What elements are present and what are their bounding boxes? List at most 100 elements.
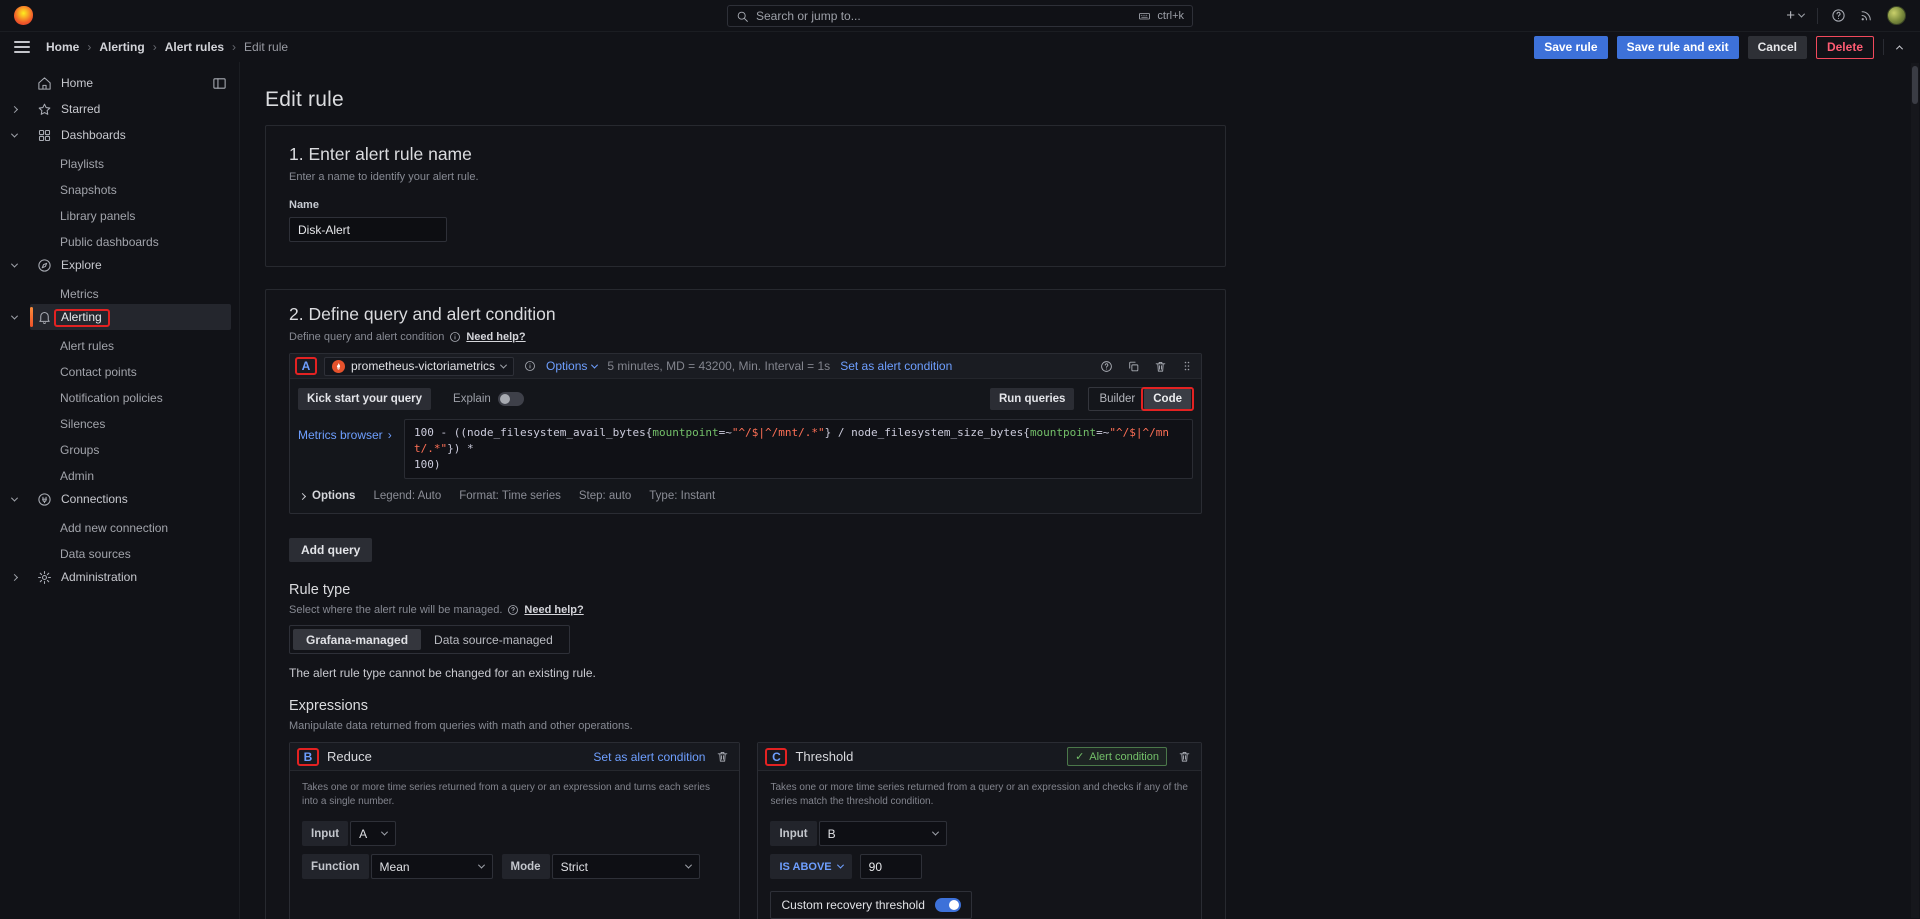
step-summary: Step: auto	[579, 490, 631, 502]
user-avatar[interactable]	[1887, 6, 1906, 25]
need-help-link[interactable]: Need help?	[466, 331, 525, 343]
delete-button[interactable]: Delete	[1816, 36, 1874, 59]
set-as-alert-condition-link[interactable]: Set as alert condition	[840, 359, 952, 373]
sidebar-item-contact-points[interactable]: Contact points	[0, 356, 239, 382]
main-content: Edit rule 1. Enter alert rule name Enter…	[240, 62, 1920, 919]
breadcrumb-bar: Home › Alerting › Alert rules › Edit rul…	[0, 32, 1920, 62]
alert-condition-badge: ✓Alert condition	[1067, 747, 1167, 766]
sidebar-item-playlists[interactable]: Playlists	[0, 148, 239, 174]
custom-recovery-threshold-label: Custom recovery threshold	[781, 898, 924, 912]
custom-recovery-threshold-field: Custom recovery threshold	[770, 891, 971, 919]
reduce-mode-select[interactable]: Strict	[552, 854, 700, 879]
reduce-ref-id-badge[interactable]: B	[300, 750, 316, 764]
search-icon	[736, 10, 749, 23]
reduce-title: Reduce	[327, 749, 372, 764]
search-bar[interactable]: ctrl+k	[727, 5, 1193, 27]
bell-icon	[37, 310, 53, 325]
grafana-managed-option[interactable]: Grafana-managed	[293, 629, 421, 650]
menu-toggle-icon[interactable]	[14, 41, 30, 53]
explain-toggle[interactable]	[498, 392, 524, 406]
sidebar-item-data-sources[interactable]: Data sources	[0, 538, 239, 564]
chevron-down-icon	[11, 494, 18, 501]
threshold-operator-select[interactable]: IS ABOVE	[770, 854, 851, 879]
reduce-function-label: Function	[302, 854, 369, 879]
sidebar-item-home[interactable]: Home	[0, 70, 239, 96]
query-options-summary: 5 minutes, MD = 43200, Min. Interval = 1…	[607, 359, 830, 373]
grafana-app: ctrl+k + Home › Alerting › Alert rules ›…	[0, 0, 1920, 919]
keyboard-shortcut: ctrl+k	[1137, 10, 1184, 22]
sidebar-item-alert-rules[interactable]: Alert rules	[0, 330, 239, 356]
query-help-icon[interactable]	[1100, 360, 1113, 373]
datasource-managed-option[interactable]: Data source-managed	[421, 629, 566, 650]
threshold-ref-id-badge[interactable]: C	[768, 750, 784, 764]
scrollbar-thumb[interactable]	[1912, 66, 1918, 104]
delete-expression-icon[interactable]	[716, 750, 729, 763]
delete-query-icon[interactable]	[1154, 360, 1167, 373]
builder-mode-option[interactable]: Builder	[1090, 389, 1144, 409]
add-menu-button[interactable]: +	[1786, 7, 1804, 24]
rule-type-description: Select where the alert rule will be mana…	[289, 604, 502, 616]
kick-start-query-button[interactable]: Kick start your query	[298, 388, 431, 410]
sidebar-item-starred[interactable]: Starred	[0, 96, 239, 122]
grafana-logo[interactable]	[14, 6, 33, 25]
delete-expression-icon[interactable]	[1178, 750, 1191, 763]
sidebar-item-silences[interactable]: Silences	[0, 408, 239, 434]
query-editor-panel: A prometheus-victoriametrics Options 5 m…	[289, 353, 1202, 514]
add-query-button[interactable]: Add query	[289, 538, 372, 562]
sidebar-item-library-panels[interactable]: Library panels	[0, 200, 239, 226]
sidebar-item-alerting[interactable]: Alerting	[0, 304, 239, 330]
collapse-toolbar-button[interactable]	[1893, 41, 1906, 54]
sidebar-item-dashboards[interactable]: Dashboards	[0, 122, 239, 148]
datasource-picker[interactable]: prometheus-victoriametrics	[324, 357, 514, 376]
help-icon[interactable]	[1831, 8, 1846, 23]
rule-name-input[interactable]	[289, 217, 447, 242]
sidebar-item-administration[interactable]: Administration	[0, 564, 239, 590]
reduce-set-alert-condition-link[interactable]: Set as alert condition	[593, 750, 705, 764]
step1-heading: 1. Enter alert rule name	[289, 144, 1202, 165]
sidebar-item-groups[interactable]: Groups	[0, 434, 239, 460]
duplicate-query-icon[interactable]	[1127, 360, 1140, 373]
sidebar-item-metrics[interactable]: Metrics	[0, 278, 239, 304]
breadcrumb-home[interactable]: Home	[46, 40, 79, 54]
rule-type-need-help-link[interactable]: Need help?	[524, 604, 583, 616]
reduce-function-select[interactable]: Mean	[371, 854, 493, 879]
sidebar-item-admin[interactable]: Admin	[0, 460, 239, 486]
home-icon	[37, 76, 53, 91]
chevron-right-icon	[11, 105, 18, 112]
sidebar-item-public-dashboards[interactable]: Public dashboards	[0, 226, 239, 252]
scrollbar-track[interactable]	[1911, 63, 1919, 918]
breadcrumb-alert-rules[interactable]: Alert rules	[165, 40, 224, 54]
legend-summary: Legend: Auto	[373, 490, 441, 502]
save-rule-button[interactable]: Save rule	[1534, 36, 1607, 59]
reduce-input-select[interactable]: A	[350, 821, 396, 846]
cancel-button[interactable]: Cancel	[1748, 36, 1807, 59]
check-icon: ✓	[1075, 750, 1084, 763]
threshold-title: Threshold	[795, 749, 853, 764]
breadcrumb-alerting[interactable]: Alerting	[99, 40, 144, 54]
sidebar-item-snapshots[interactable]: Snapshots	[0, 174, 239, 200]
custom-recovery-toggle[interactable]	[935, 898, 961, 912]
news-icon[interactable]	[1859, 8, 1874, 23]
code-mode-option[interactable]: Code	[1144, 389, 1191, 409]
query-ref-id-badge[interactable]: A	[298, 359, 314, 373]
format-summary: Format: Time series	[459, 490, 561, 502]
promql-code-editor[interactable]: 100 - ((node_filesystem_avail_bytes{moun…	[404, 419, 1193, 479]
name-label: Name	[289, 199, 1202, 211]
run-queries-button[interactable]: Run queries	[990, 388, 1074, 410]
dock-sidebar-icon[interactable]	[212, 76, 227, 91]
sidebar-item-explore[interactable]: Explore	[0, 252, 239, 278]
options-collapse-toggle[interactable]: Options	[300, 490, 355, 502]
sidebar-item-connections[interactable]: Connections	[0, 486, 239, 512]
editor-mode-switch: Builder Code	[1088, 387, 1193, 411]
query-options-toggle[interactable]: Options	[546, 359, 597, 373]
sidebar-item-add-new-connection[interactable]: Add new connection	[0, 512, 239, 538]
chevron-down-icon	[11, 260, 18, 267]
search-input[interactable]	[756, 9, 1130, 23]
threshold-input-label: Input	[770, 821, 816, 846]
metrics-browser-link[interactable]: Metrics browser ›	[298, 428, 392, 442]
save-rule-and-exit-button[interactable]: Save rule and exit	[1617, 36, 1739, 59]
drag-handle-icon[interactable]	[1181, 359, 1193, 373]
sidebar-item-notification-policies[interactable]: Notification policies	[0, 382, 239, 408]
threshold-value-input[interactable]	[860, 854, 922, 879]
threshold-input-select[interactable]: B	[819, 821, 947, 846]
